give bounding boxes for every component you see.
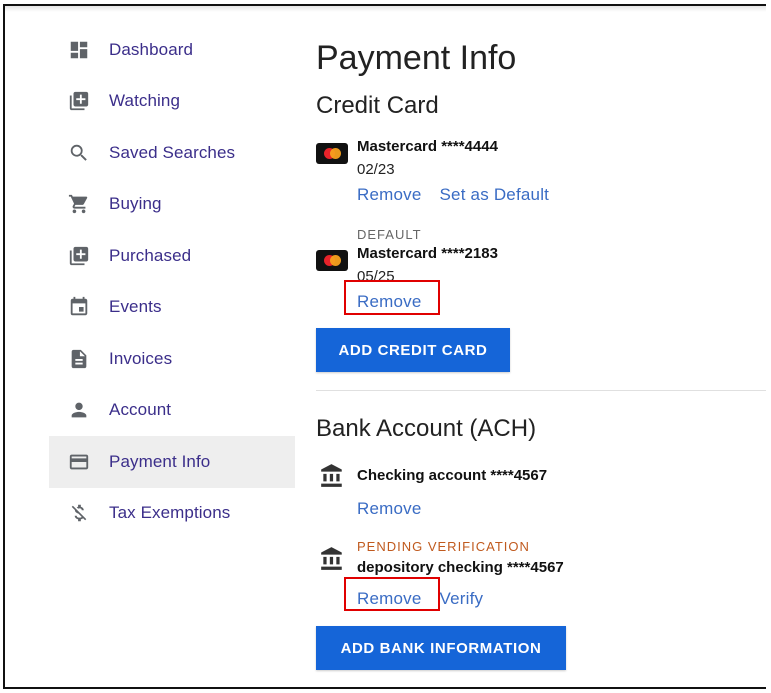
bank-account-heading: Bank Account (ACH) — [316, 415, 537, 442]
sidebar-item-label: Invoices — [109, 348, 173, 368]
sidebar-item-payment-info[interactable]: Payment Info — [49, 436, 295, 488]
sidebar-item-tax-exemptions[interactable]: Tax Exemptions — [49, 488, 295, 540]
sidebar-item-purchased[interactable]: Purchased — [49, 230, 295, 282]
credit-card-heading: Credit Card — [316, 92, 439, 119]
page-title: Payment Info — [316, 39, 517, 77]
sidebar-item-label: Purchased — [109, 245, 192, 265]
sidebar-item-saved-searches[interactable]: Saved Searches — [49, 127, 295, 179]
credit-card-icon — [67, 450, 91, 474]
credit-card-item: DEFAULT Mastercard ****2183 05/25 Remove — [316, 224, 766, 314]
remove-bank-button[interactable]: Remove — [357, 499, 422, 519]
sidebar-item-label: Tax Exemptions — [109, 503, 231, 523]
money-off-icon — [67, 501, 91, 525]
cart-icon — [67, 192, 91, 216]
sidebar-item-label: Account — [109, 400, 172, 420]
sidebar-item-account[interactable]: Account — [49, 385, 295, 437]
sidebar-item-label: Buying — [109, 194, 162, 214]
app-frame: Dashboard Watching Saved Searches Buying… — [3, 4, 766, 689]
card-expiration: 02/23 — [357, 161, 395, 178]
mastercard-icon — [316, 250, 348, 271]
sidebar-item-watching[interactable]: Watching — [49, 76, 295, 128]
sidebar-item-buying[interactable]: Buying — [49, 179, 295, 231]
default-badge: DEFAULT — [357, 227, 422, 242]
top-shadow — [5, 6, 766, 12]
pending-verification-badge: PENDING VERIFICATION — [357, 539, 530, 554]
sidebar-item-dashboard[interactable]: Dashboard — [49, 24, 295, 76]
card-name: Mastercard ****4444 — [357, 138, 498, 155]
card-expiration: 05/25 — [357, 268, 395, 285]
main-content: Payment Info Credit Card Mastercard ****… — [316, 36, 766, 670]
remove-bank-button[interactable]: Remove — [357, 589, 422, 609]
sidebar-item-label: Dashboard — [109, 39, 194, 59]
add-credit-card-button[interactable]: ADD CREDIT CARD — [316, 328, 510, 372]
dashboard-icon — [67, 38, 91, 62]
add-box-icon — [67, 89, 91, 113]
section-divider — [316, 390, 766, 391]
document-icon — [67, 347, 91, 371]
bank-icon — [318, 463, 346, 489]
bank-account-name: depository checking ****4567 — [357, 559, 564, 576]
add-bank-information-button[interactable]: ADD BANK INFORMATION — [316, 626, 566, 670]
bank-account-item: Checking account ****4567 Remove — [316, 460, 766, 530]
sidebar: Dashboard Watching Saved Searches Buying… — [49, 24, 295, 539]
add-box-icon — [67, 244, 91, 268]
sidebar-item-invoices[interactable]: Invoices — [49, 333, 295, 385]
bank-account-name: Checking account ****4567 — [357, 467, 548, 484]
remove-card-button[interactable]: Remove — [357, 185, 422, 205]
sidebar-item-label: Payment Info — [109, 451, 211, 471]
calendar-icon — [67, 295, 91, 319]
sidebar-item-label: Watching — [109, 91, 181, 111]
verify-bank-button[interactable]: Verify — [440, 589, 484, 609]
bank-account-item: PENDING VERIFICATION depository checking… — [316, 536, 766, 616]
sidebar-item-label: Events — [109, 297, 162, 317]
mastercard-icon — [316, 143, 348, 164]
sidebar-item-label: Saved Searches — [109, 142, 236, 162]
credit-card-item: Mastercard ****4444 02/23 Remove Set as … — [316, 138, 766, 208]
remove-card-button[interactable]: Remove — [357, 292, 422, 312]
set-default-button[interactable]: Set as Default — [440, 185, 550, 205]
search-icon — [67, 141, 91, 165]
sidebar-item-events[interactable]: Events — [49, 282, 295, 334]
bank-icon — [318, 546, 346, 572]
card-name: Mastercard ****2183 — [357, 245, 498, 262]
person-icon — [67, 398, 91, 422]
